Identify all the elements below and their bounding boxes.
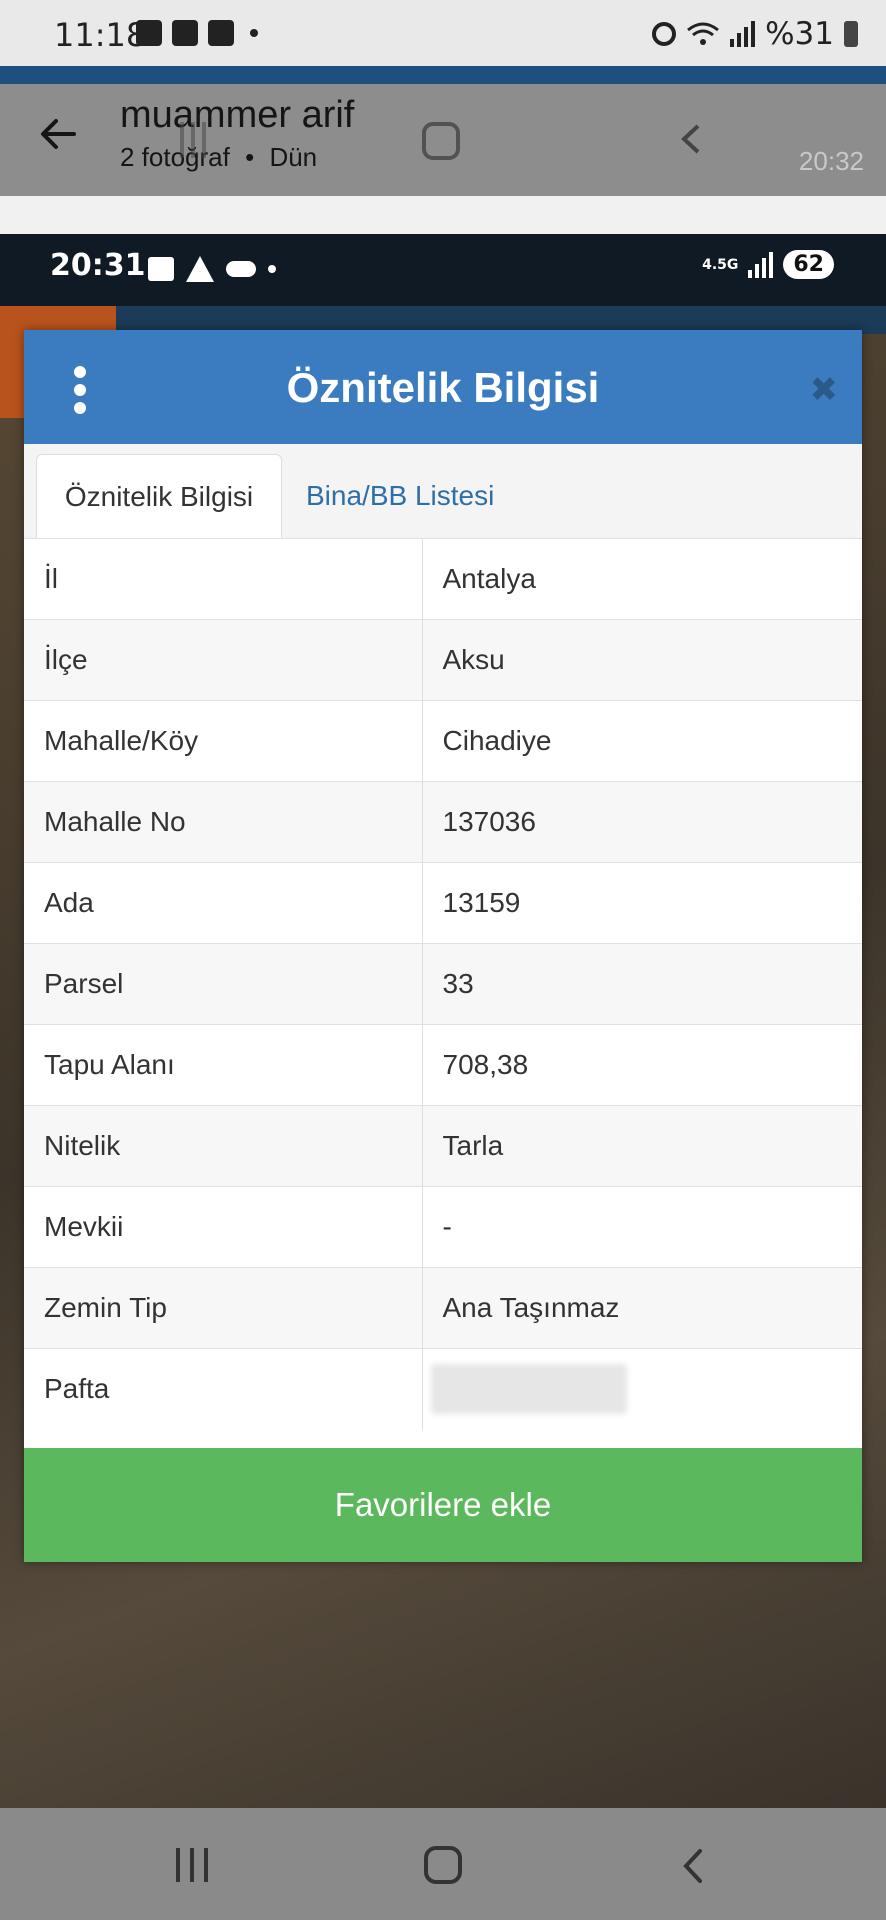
battery-icon: [844, 21, 858, 47]
attribute-key: Nitelik: [24, 1105, 423, 1187]
modal-title: Öznitelik Bilgisi: [286, 364, 600, 411]
gallery-header: muammer arif 2 fotoğraf • Dün 20:32: [0, 84, 886, 196]
more-dot: [268, 265, 276, 273]
battery-percent: %31: [765, 16, 834, 52]
attribute-key: Parsel: [24, 943, 423, 1025]
ghost-back-icon: [681, 124, 700, 154]
status-time: 11:18: [54, 16, 147, 54]
attribute-key: İl: [24, 538, 423, 620]
close-icon[interactable]: ✖: [810, 370, 839, 410]
attribute-value: -: [422, 1186, 862, 1268]
signal-icon: [730, 21, 756, 47]
package-notification-icon: [208, 20, 234, 46]
system-icons: %31: [652, 16, 858, 52]
table-row: Nitelik Tarla: [24, 1105, 862, 1187]
photo-date: Dün: [269, 142, 318, 172]
tab-building-list[interactable]: Bina/BB Listesi: [286, 454, 514, 538]
redacted-value: [430, 1364, 627, 1415]
table-row: Mahalle/Köy Cihadiye: [24, 700, 862, 782]
attribute-value: 33: [422, 943, 862, 1025]
table-row: Parsel 33: [24, 943, 862, 1025]
attribute-key: Mevkii: [24, 1186, 423, 1268]
inner-system-icons: 4.5G 62: [702, 250, 834, 279]
attribute-key: İlçe: [24, 619, 423, 701]
table-row: Mevkii -: [24, 1186, 862, 1268]
attribute-key: Mahalle No: [24, 781, 423, 863]
outer-status-bar: 11:18 %31: [0, 0, 886, 66]
cloud-icon: [226, 261, 256, 277]
ghost-home-icon: [422, 122, 460, 160]
table-row: Mahalle No 137036: [24, 781, 862, 863]
attribute-modal: Öznitelik Bilgisi ✖ Öznitelik Bilgisi Bi…: [24, 330, 862, 1562]
more-notifications-dot: [250, 29, 258, 37]
table-row: Tapu Alanı 708,38: [24, 1024, 862, 1106]
table-row: Ada 13159: [24, 862, 862, 944]
attribute-value: [422, 1348, 862, 1430]
attribute-key: Pafta: [24, 1348, 423, 1430]
photo-timestamp: 20:32: [798, 146, 864, 176]
back-icon[interactable]: [678, 1848, 708, 1884]
inner-signal-icon: [748, 251, 774, 278]
add-to-favorites-button[interactable]: Favorilere ekle: [24, 1448, 862, 1562]
photo-content: 20:31 4.5G 62 Öznitelik Bilgisi ✖ Öznite…: [0, 234, 886, 1808]
table-row: İlçe Aksu: [24, 619, 862, 701]
alarm-icon: [652, 22, 677, 46]
attribute-value: 13159: [422, 862, 862, 944]
home-icon[interactable]: [424, 1846, 462, 1884]
attribute-key: Mahalle/Köy: [24, 700, 423, 782]
modal-tabs: Öznitelik Bilgisi Bina/BB Listesi: [24, 444, 862, 539]
system-navigation-bar: [0, 1808, 886, 1920]
gallery-notification-icon: [136, 20, 162, 46]
attribute-key: Ada: [24, 862, 423, 944]
inner-status-time: 20:31: [50, 248, 146, 283]
attribute-value: Antalya: [422, 538, 862, 620]
attribute-key: Tapu Alanı: [24, 1024, 423, 1106]
attribute-table: İl Antalya İlçe Aksu Mahalle/Köy Cihadiye Maha…: [24, 538, 862, 1430]
attribute-value: Ana Taşınmaz: [422, 1267, 862, 1349]
inner-status-bar: 20:31 4.5G 62: [0, 234, 886, 306]
tab-attribute-info[interactable]: Öznitelik Bilgisi: [36, 454, 282, 538]
inner-battery-badge: 62: [783, 250, 834, 279]
modal-header: Öznitelik Bilgisi ✖: [24, 330, 862, 444]
recent-apps-icon[interactable]: [176, 1848, 208, 1882]
divider: [0, 196, 886, 234]
screenshot-icon: [148, 257, 174, 281]
photo-meta: 2 fotoğraf • Dün: [120, 142, 325, 173]
meta-separator: •: [245, 142, 255, 172]
ghost-recent-apps-icon: [180, 122, 206, 158]
table-row: İl Antalya: [24, 538, 862, 620]
notification-icons: [136, 20, 258, 46]
attribute-value: Aksu: [422, 619, 862, 701]
accent-strip: [0, 66, 886, 84]
inner-notification-icons: [148, 256, 276, 282]
table-row: Zemin Tip Ana Taşınmaz: [24, 1267, 862, 1349]
table-row: Pafta: [24, 1348, 862, 1430]
network-type: 4.5G: [702, 256, 739, 273]
photo-count: 2 fotoğraf: [120, 142, 230, 172]
attribute-key: Zemin Tip: [24, 1267, 423, 1349]
wifi-icon: [687, 22, 720, 45]
attribute-value: Tarla: [422, 1105, 862, 1187]
warning-icon: [186, 256, 214, 282]
package-notification-icon: [172, 20, 198, 46]
attribute-value: 708,38: [422, 1024, 862, 1106]
attribute-value: 137036: [422, 781, 862, 863]
sender-name: muammer arif: [120, 94, 355, 136]
attribute-value: Cihadiye: [422, 700, 862, 782]
back-arrow-icon[interactable]: [34, 110, 82, 158]
